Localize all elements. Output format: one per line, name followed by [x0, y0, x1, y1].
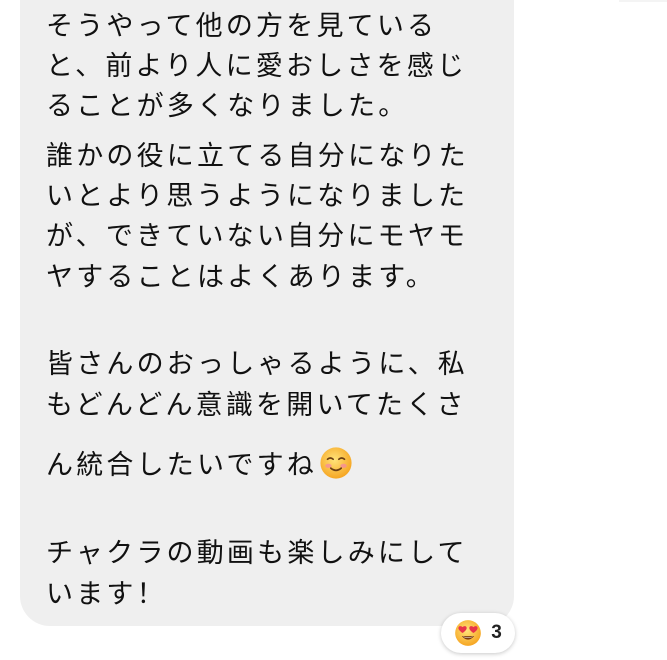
message-line: います！	[46, 579, 167, 610]
top-divider	[619, 0, 667, 2]
chat-screen: そうやって他の方を見ている と、前より人に愛おしさを感じ ることが多くなりました…	[0, 0, 667, 660]
message-line: そうやって他の方を見ている	[46, 11, 438, 42]
message-line: もどんどん意識を開いてたくさ	[46, 390, 467, 421]
message-line: ることが多くなりました。	[46, 91, 409, 122]
message-line: ん統合したいですね	[46, 450, 317, 481]
reaction-count: 3	[491, 622, 502, 643]
reaction-badge[interactable]: 3	[441, 613, 515, 653]
message-line: ヤすることはよくあります。	[46, 262, 436, 293]
message-line: と、前より人に愛おしさを感じ	[46, 51, 468, 82]
message-line: が、できていない自分にモヤモ	[46, 221, 469, 252]
smiling-face-emoji-icon	[320, 447, 352, 479]
message-line: チャクラの動画も楽しみにして	[46, 538, 468, 569]
message-line: いとより思うようになりました	[46, 181, 469, 212]
heart-eyes-emoji-icon	[455, 620, 482, 646]
message-line: 誰かの役に立てる自分になりた	[46, 141, 469, 172]
message-line-with-emoji: ん統合したいですね	[46, 446, 353, 484]
message-line: 皆さんのおっしゃるように、私	[46, 349, 468, 380]
